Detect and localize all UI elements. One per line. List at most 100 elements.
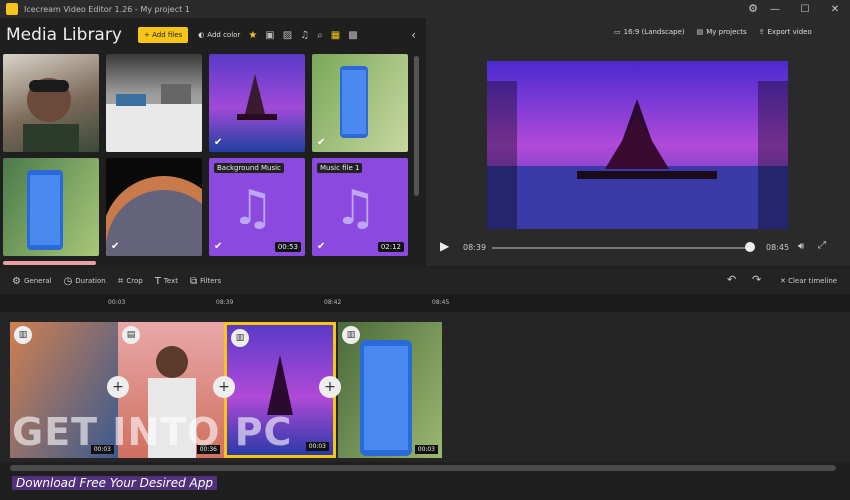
current-time: 08:39 (463, 243, 487, 252)
clip-type-icon: ▥ (231, 329, 249, 347)
clip-type-icon: ▥ (342, 326, 360, 344)
media-item-duration: 00:53 (274, 242, 301, 252)
temple-thumbnail (237, 74, 277, 120)
media-item-duration: 02:12 (377, 242, 404, 252)
media-grid: ✔ ✔ ✔ ♫ Background Music ✔ 00:53 ♫ Music… (0, 52, 416, 264)
redo-icon[interactable]: ↷ (752, 273, 761, 286)
play-icon[interactable]: ▶ (440, 239, 449, 253)
text-label: Text (163, 277, 178, 285)
media-item-background-music[interactable]: ♫ Background Music ✔ 00:53 (209, 158, 305, 256)
clear-timeline-label: Clear timeline (788, 277, 838, 285)
media-item-phone-2[interactable] (3, 158, 99, 256)
selected-check-icon: ✔ (317, 137, 326, 148)
maximize-button[interactable]: ☐ (790, 0, 820, 18)
text-icon: T (154, 275, 161, 287)
general-icon: ⚙ (12, 275, 21, 287)
video-preview[interactable] (487, 61, 788, 229)
crop-icon: ⌗ (117, 275, 124, 287)
media-item-office[interactable] (106, 54, 202, 152)
filters-button[interactable]: ⧉ Filters (190, 276, 221, 287)
video-filter-icon[interactable]: ▣ (265, 30, 274, 41)
ruler-tick: 00:03 (108, 299, 126, 306)
clip-duration: 00:03 (414, 445, 438, 454)
general-label: General (23, 277, 52, 285)
media-item-phone[interactable]: ✔ (312, 54, 408, 152)
media-item-planet[interactable]: ✔ (106, 158, 202, 256)
close-button[interactable]: ✕ (820, 0, 850, 18)
seek-bar[interactable] (492, 247, 750, 249)
media-item-label: Background Music (214, 163, 284, 173)
aspect-icon: ▭ (614, 28, 621, 36)
clip-duration: 00:03 (305, 442, 329, 451)
title-bar: Icecream Video Editor 1.26 - My project … (0, 0, 850, 18)
edit-toolbar: ⚙ General ◷ Duration ⌗ Crop T Text ⧉ Filters (0, 268, 850, 294)
person-thumbnail (23, 78, 79, 152)
add-transition-button[interactable]: + (213, 376, 235, 398)
add-color-label: Add color (207, 31, 241, 39)
timeline-clip-phone[interactable]: ▥ 00:03 (338, 322, 442, 458)
my-projects-label: My projects (706, 28, 747, 36)
clock-icon: ◷ (63, 275, 73, 287)
clip-type-icon: ▥ (14, 326, 32, 344)
phone-thumbnail-2 (27, 170, 63, 250)
export-video-button[interactable]: ⇪ Export video (759, 28, 812, 36)
timeline-scrollbar[interactable] (10, 465, 836, 471)
add-transition-button[interactable]: + (107, 376, 129, 398)
favorites-icon[interactable]: ★ (248, 30, 257, 41)
selected-check-icon: ✔ (214, 241, 223, 252)
text-button[interactable]: T Text (155, 276, 178, 287)
library-scrollbar[interactable] (414, 56, 419, 196)
ruler-tick: 08:39 (216, 299, 234, 306)
library-title: Media Library (6, 25, 122, 45)
duration-button[interactable]: ◷ Duration (64, 276, 106, 287)
music-filter-icon[interactable]: ♫ (300, 30, 309, 41)
add-transition-button[interactable]: + (319, 376, 341, 398)
seek-handle[interactable] (745, 242, 755, 252)
media-item-music-file-1[interactable]: ♫ Music file 1 ✔ 02:12 (312, 158, 408, 256)
music-note-icon: ♫ (231, 180, 275, 236)
add-files-button[interactable]: + Add files (138, 27, 189, 43)
collapse-chevron-icon[interactable]: ‹ (411, 28, 416, 42)
aspect-ratio-button[interactable]: ▭ 16:9 (Landscape) (614, 28, 685, 36)
media-item-portrait[interactable] (3, 54, 99, 152)
selected-check-icon: ✔ (214, 137, 223, 148)
ruler-tick: 08:42 (324, 299, 342, 306)
app-logo (6, 3, 18, 15)
clip-type-icon: ▤ (122, 326, 140, 344)
general-button[interactable]: ⚙ General (12, 276, 52, 287)
ruler-tick: 08:45 (432, 299, 450, 306)
selected-check-icon: ✔ (317, 241, 326, 252)
clear-timeline-button[interactable]: ✕ Clear timeline (780, 277, 837, 285)
volume-icon[interactable]: 🔊︎ (798, 241, 804, 252)
media-item-temple[interactable]: ✔ (209, 54, 305, 152)
grid-small-icon[interactable]: ▩ (348, 30, 357, 41)
projects-icon: ▤ (696, 28, 704, 36)
watermark-text: GET INTO PC (12, 410, 293, 454)
crop-label: Crop (126, 277, 143, 285)
fullscreen-icon[interactable]: ⤢ (818, 240, 826, 251)
image-filter-icon[interactable]: ▨ (283, 30, 292, 41)
crop-button[interactable]: ⌗ Crop (118, 276, 143, 287)
undo-icon[interactable]: ↶ (727, 273, 736, 286)
add-color-button[interactable]: ◐ Add color (198, 31, 240, 39)
music-note-icon: ♫ (334, 180, 378, 236)
library-horizontal-scrollbar[interactable] (3, 261, 96, 265)
watermark-subtext: Download Free Your Desired App (12, 476, 217, 490)
my-projects-button[interactable]: ▤ My projects (697, 28, 747, 36)
total-time: 08:45 (766, 243, 790, 252)
timeline-ruler[interactable]: 00:03 08:39 08:42 08:45 (0, 294, 850, 312)
library-header: Media Library + Add files ◐ Add color ★ … (0, 18, 426, 52)
duration-label: Duration (75, 277, 106, 285)
phone-thumbnail (340, 66, 368, 138)
preview-panel: ▭ 16:9 (Landscape) ▤ My projects ⇪ Export v… (426, 18, 850, 266)
export-icon: ⇪ (758, 28, 765, 36)
palette-icon: ◐ (198, 31, 205, 39)
aspect-label: 16:9 (Landscape) (623, 28, 685, 36)
minimize-button[interactable]: — (760, 0, 790, 18)
search-icon[interactable]: ⌕ (317, 30, 323, 41)
filters-icon: ⧉ (189, 275, 198, 287)
selected-check-icon: ✔ (111, 241, 120, 252)
export-label: Export video (767, 28, 812, 36)
settings-icon[interactable]: ⚙ (748, 2, 758, 15)
grid-large-icon[interactable]: ▦ (331, 30, 340, 41)
